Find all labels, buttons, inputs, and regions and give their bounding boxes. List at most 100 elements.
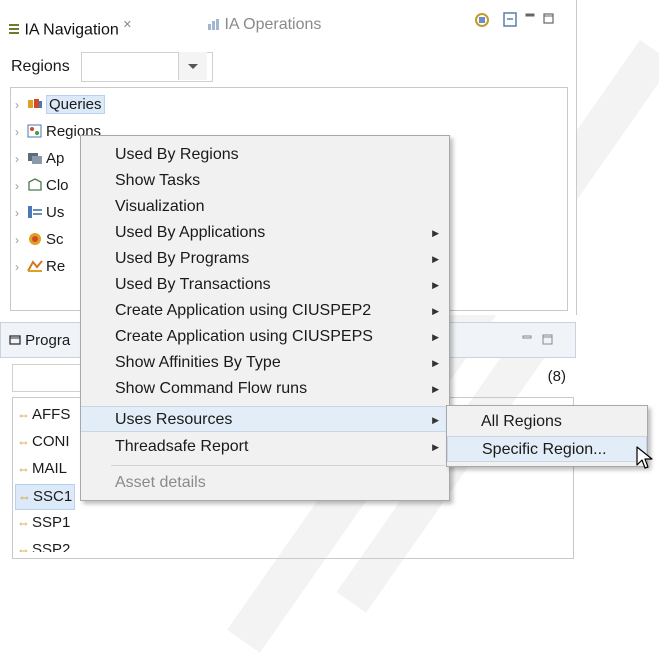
- tree-item-scope[interactable]: › Sc: [15, 228, 64, 252]
- tab-ia-operations[interactable]: IA Operations: [206, 10, 321, 40]
- tab-label: IA Navigation: [24, 21, 119, 39]
- regions-icon: [27, 124, 42, 138]
- programs-panel-title[interactable]: Progra: [9, 332, 70, 349]
- menu-item-create-application-ciuspep2[interactable]: Create Application using CIUSPEP2 ▶: [81, 298, 449, 324]
- collapse-all-icon[interactable]: [503, 12, 517, 27]
- program-label: SSP1: [32, 514, 71, 531]
- applications-icon: [28, 153, 42, 164]
- tree-item-applications[interactable]: › Ap: [15, 147, 64, 171]
- chevron-right-icon[interactable]: ›: [15, 174, 27, 198]
- tab-ia-navigation[interactable]: IA Navigation ✕: [8, 10, 132, 40]
- queries-icon: [28, 99, 42, 108]
- program-label: AFFS: [32, 406, 71, 423]
- tree-item-label: Clo: [46, 177, 69, 194]
- submenu-arrow-icon: ▶: [432, 254, 439, 264]
- program-icon: ⇔: [17, 461, 30, 476]
- program-icon: ⇔: [17, 434, 30, 449]
- submenu-arrow-icon: ▶: [432, 228, 439, 238]
- menu-item-show-tasks[interactable]: Show Tasks: [81, 168, 449, 194]
- menu-item-label: Show Command Flow runs: [115, 380, 308, 397]
- list-item[interactable]: ⇔ SSP1: [17, 511, 70, 535]
- chevron-right-icon[interactable]: ›: [15, 201, 27, 225]
- list-item[interactable]: ⇔ MAIL: [17, 457, 67, 481]
- menu-item-threadsafe-report[interactable]: Threadsafe Report ▶: [81, 434, 449, 460]
- clock-icon: [28, 178, 42, 191]
- program-icon: ⇔: [18, 489, 31, 504]
- program-icon: ⇔: [17, 407, 30, 422]
- menu-item-label: Create Application using CIUSPEPS: [115, 328, 373, 345]
- programs-view-icon: [9, 335, 21, 345]
- chevron-right-icon[interactable]: ›: [15, 93, 27, 117]
- close-icon[interactable]: ✕: [123, 19, 132, 31]
- submenu-arrow-icon: ▶: [432, 384, 439, 394]
- chevron-down-icon[interactable]: [178, 52, 207, 80]
- menu-item-used-by-transactions[interactable]: Used By Transactions ▶: [81, 272, 449, 298]
- menu-item-label: Visualization: [115, 198, 205, 215]
- submenu-arrow-icon: ▶: [432, 415, 439, 425]
- program-icon: ⇔: [17, 542, 30, 552]
- program-icon: ⇔: [17, 515, 30, 530]
- minimize-icon[interactable]: [522, 335, 532, 339]
- submenu-item-all-regions[interactable]: All Regions: [447, 409, 647, 435]
- chevron-right-icon[interactable]: ›: [15, 147, 27, 171]
- program-label: SSP2: [32, 541, 71, 552]
- tree-item-clock[interactable]: › Clo: [15, 174, 69, 198]
- list-item[interactable]: ⇔ CONI: [17, 430, 70, 454]
- maximize-icon[interactable]: [543, 13, 554, 24]
- reports-icon: [27, 260, 43, 272]
- refresh-icon[interactable]: [475, 13, 489, 27]
- menu-item-used-by-programs[interactable]: Used By Programs ▶: [81, 246, 449, 272]
- submenu-item-specific-region[interactable]: Specific Region...: [447, 436, 647, 462]
- submenu-arrow-icon: ▶: [432, 442, 439, 452]
- submenu-item-label: Specific Region...: [482, 441, 607, 458]
- view-toolbar: [474, 10, 564, 30]
- tree-item-users[interactable]: › Us: [15, 201, 64, 225]
- tab-label: IA Operations: [224, 16, 322, 33]
- submenu-arrow-icon: ▶: [432, 280, 439, 290]
- tree-item-label: Queries: [46, 95, 105, 114]
- menu-item-label: Threadsafe Report: [115, 438, 249, 455]
- chevron-right-icon[interactable]: ›: [15, 228, 27, 252]
- tree-item-label: Ap: [46, 150, 65, 167]
- menu-item-create-application-ciuspeps[interactable]: Create Application using CIUSPEPS ▶: [81, 324, 449, 350]
- programs-count: (8): [547, 368, 566, 385]
- submenu-arrow-icon: ▶: [432, 306, 439, 316]
- mouse-cursor-icon: [636, 446, 653, 469]
- chevron-right-icon[interactable]: ›: [15, 120, 27, 144]
- navigation-view-icon: [9, 24, 19, 35]
- list-item[interactable]: ⇔ SSP2: [17, 538, 70, 552]
- users-icon: [28, 206, 42, 218]
- list-item[interactable]: ⇔ AFFS: [17, 403, 70, 427]
- menu-item-asset-details: Asset details: [81, 470, 449, 496]
- menu-separator: [111, 465, 445, 466]
- submenu-arrow-icon: ▶: [432, 358, 439, 368]
- list-item-selected[interactable]: ⇔ SSC1: [15, 484, 76, 510]
- operations-view-icon: [208, 18, 219, 30]
- program-label: MAIL: [32, 460, 68, 477]
- menu-item-visualization[interactable]: Visualization: [81, 194, 449, 220]
- tree-item-queries[interactable]: › Queries: [15, 93, 105, 117]
- menu-item-show-affinities-by-type[interactable]: Show Affinities By Type ▶: [81, 350, 449, 376]
- chevron-right-icon[interactable]: ›: [15, 255, 27, 279]
- menu-item-label: Asset details: [115, 474, 206, 491]
- minimize-icon[interactable]: [525, 13, 535, 17]
- menu-item-label: Used By Programs: [115, 250, 250, 267]
- programs-title-label: Progra: [25, 332, 71, 349]
- menu-item-used-by-applications[interactable]: Used By Applications ▶: [81, 220, 449, 246]
- submenu-arrow-icon: ▶: [432, 332, 439, 342]
- panel-window-controls: [522, 334, 553, 345]
- program-label: CONI: [32, 433, 70, 450]
- menu-item-label: Create Application using CIUSPEP2: [115, 302, 372, 319]
- menu-item-label: Used By Transactions: [115, 276, 271, 293]
- menu-item-used-by-regions[interactable]: Used By Regions: [81, 142, 449, 168]
- menu-item-label: Show Tasks: [115, 172, 201, 189]
- maximize-icon[interactable]: [542, 334, 553, 345]
- scope-icon: [29, 233, 41, 245]
- submenu-item-label: All Regions: [481, 413, 562, 430]
- menu-item-label: Uses Resources: [115, 411, 233, 428]
- tree-item-label: Sc: [46, 231, 64, 248]
- menu-item-uses-resources[interactable]: Uses Resources ▶: [81, 406, 449, 432]
- tree-item-reports[interactable]: › Re: [15, 255, 65, 279]
- menu-item-show-command-flow-runs[interactable]: Show Command Flow runs ▶: [81, 376, 449, 402]
- context-menu: Used By Regions Show Tasks Visualization…: [80, 135, 450, 501]
